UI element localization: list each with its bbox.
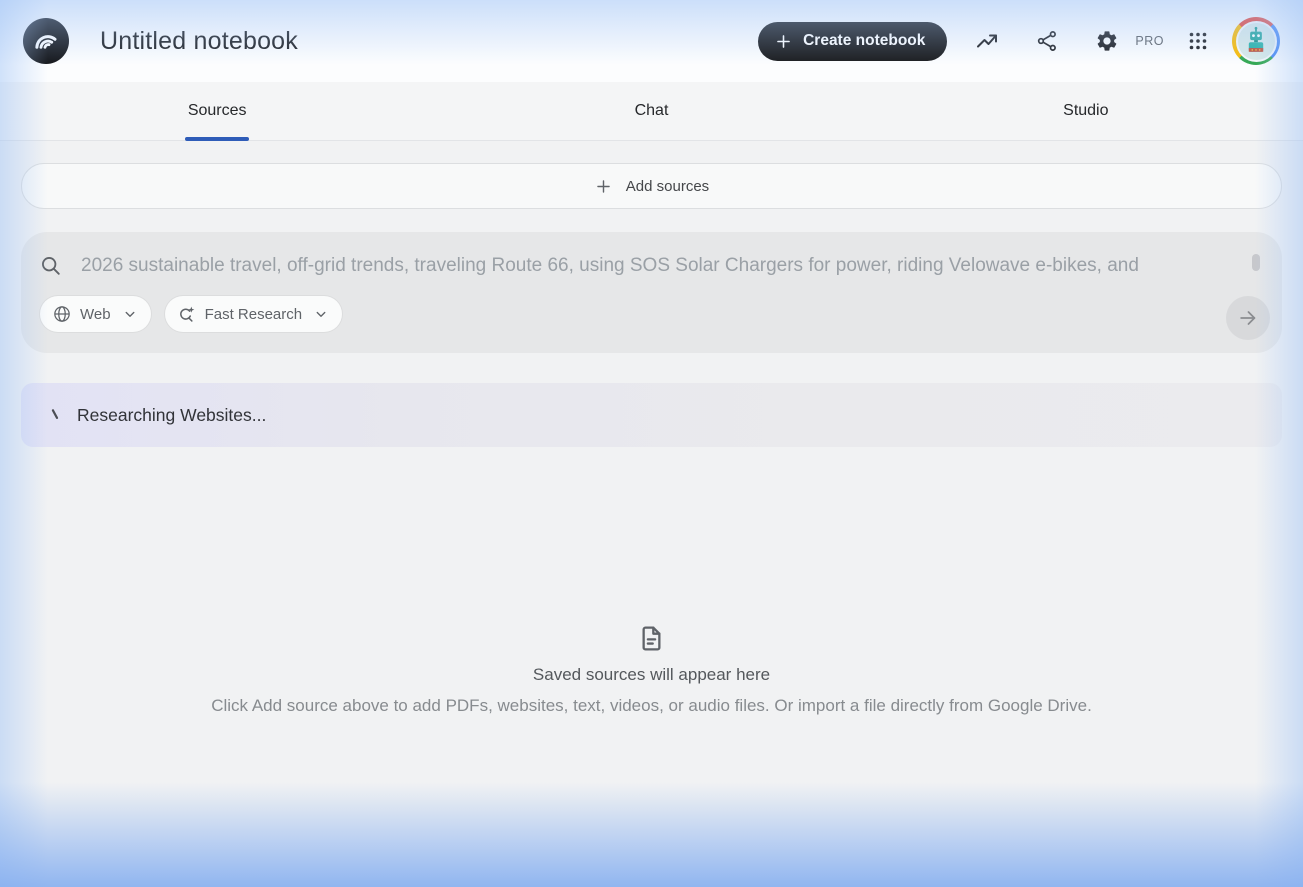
empty-state-title: Saved sources will appear here xyxy=(21,665,1282,685)
search-row xyxy=(40,249,1212,283)
empty-sources-state: Saved sources will appear here Click Add… xyxy=(21,624,1282,716)
create-notebook-label: Create notebook xyxy=(803,32,925,50)
create-notebook-button[interactable]: Create notebook xyxy=(758,22,947,61)
trending-up-icon xyxy=(975,29,999,53)
avatar-robot-image xyxy=(1236,21,1277,62)
analytics-button[interactable] xyxy=(967,21,1007,61)
tab-chat[interactable]: Chat xyxy=(434,82,868,140)
sources-panel: Add sources Web xyxy=(0,142,1303,887)
research-mode-label: Fast Research xyxy=(205,306,303,323)
tab-sources[interactable]: Sources xyxy=(0,82,434,140)
spinner-icon xyxy=(48,408,63,423)
source-scope-dropdown[interactable]: Web xyxy=(40,296,151,332)
research-mode-dropdown[interactable]: Fast Research xyxy=(165,296,343,332)
share-button[interactable] xyxy=(1027,21,1067,61)
chevron-down-icon xyxy=(312,305,330,323)
share-icon xyxy=(1035,29,1059,53)
globe-icon xyxy=(52,304,72,324)
add-sources-button[interactable]: Add sources xyxy=(21,163,1282,209)
discover-sources-box: Web Fast Research xyxy=(21,232,1282,353)
tab-studio[interactable]: Studio xyxy=(869,82,1303,140)
google-apps-button[interactable] xyxy=(1178,21,1218,61)
panel-tabs: Sources Chat Studio xyxy=(0,82,1303,141)
search-option-chips: Web Fast Research xyxy=(40,296,1212,332)
research-sparkle-icon xyxy=(177,304,197,324)
add-sources-label: Add sources xyxy=(626,178,709,195)
notebooklm-logo-icon[interactable] xyxy=(23,18,69,64)
research-status-label: Researching Websites... xyxy=(77,405,266,426)
search-icon xyxy=(40,255,62,277)
empty-state-subtitle: Click Add source above to add PDFs, webs… xyxy=(21,696,1282,716)
chevron-down-icon xyxy=(121,305,139,323)
pro-badge: PRO xyxy=(1135,34,1164,48)
account-avatar[interactable] xyxy=(1232,17,1280,65)
arrow-right-icon xyxy=(1237,307,1259,329)
search-input[interactable] xyxy=(81,251,1212,281)
plus-icon xyxy=(594,177,613,196)
header-actions: Create notebook PRO xyxy=(758,17,1280,65)
document-icon xyxy=(637,624,666,653)
notebook-title[interactable]: Untitled notebook xyxy=(100,27,298,56)
source-scope-label: Web xyxy=(80,306,111,323)
apps-grid-icon xyxy=(1186,29,1210,53)
app-header: Untitled notebook Create notebook PRO xyxy=(0,0,1303,82)
plus-icon xyxy=(774,32,793,51)
submit-search-button[interactable] xyxy=(1226,296,1270,340)
research-status-banner[interactable]: Researching Websites... xyxy=(21,383,1282,447)
settings-gear-icon xyxy=(1095,29,1119,53)
textarea-scrollbar[interactable] xyxy=(1252,254,1260,271)
settings-button[interactable] xyxy=(1087,21,1127,61)
